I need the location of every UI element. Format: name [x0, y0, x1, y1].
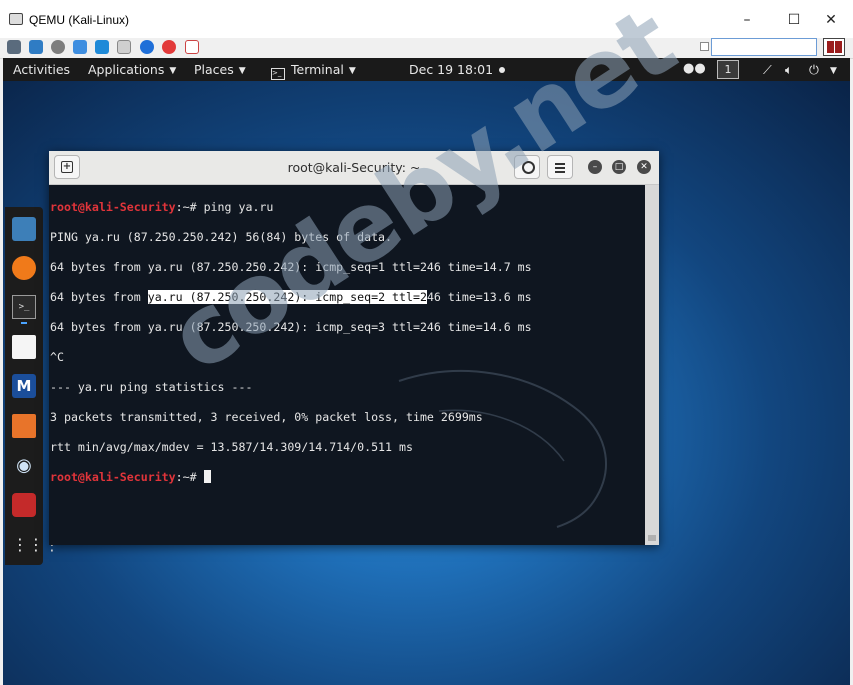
system-menu-chevron[interactable]: ▼ [830, 62, 837, 77]
clock-label: Dec 19 18:01 [409, 62, 494, 77]
clock[interactable]: Dec 19 18:01 [409, 62, 506, 77]
settings-icon[interactable] [7, 40, 21, 54]
output-line: 64 bytes from ya.ru (87.250.250.242): ic… [50, 260, 532, 274]
terminal-scrollbar[interactable] [645, 185, 659, 545]
terminal-app-menu[interactable]: >_ Terminal ▼ [271, 62, 356, 80]
terminal-label: Terminal [291, 62, 344, 77]
prompt-suffix: :~# [175, 470, 197, 484]
cherry-icon[interactable] [12, 493, 36, 517]
close-terminal-button[interactable]: ✕ [637, 160, 651, 174]
scrollbar-thumb[interactable] [648, 535, 656, 541]
gnome-top-bar: Activities Applications ▼ Places ▼ >_ Termi… [3, 58, 850, 81]
chevron-down-icon: ▼ [830, 66, 837, 76]
places-menu[interactable]: Places ▼ [194, 62, 246, 77]
burpsuite-icon[interactable] [12, 414, 36, 438]
windows-icon[interactable] [95, 40, 109, 54]
pause-icon [827, 41, 834, 53]
output-line: ^C [50, 350, 64, 364]
qemu-titlebar: QEMU (Kali-Linux) – ☐ ✕ [0, 0, 853, 38]
terminal-icon[interactable]: >_ [12, 295, 36, 319]
output-segment: 46 time=13.6 ms [426, 290, 532, 304]
minimize-button[interactable]: – [727, 6, 767, 34]
prompt-user: root@kali-Security [50, 200, 176, 214]
qemu-toolbar [0, 38, 853, 59]
output-line: PING ya.ru (87.250.250.242) 56(84) bytes… [50, 230, 393, 244]
info-icon[interactable] [140, 40, 154, 54]
files-icon[interactable] [12, 217, 36, 241]
prompt-line: root@kali-Security:~# ping ya.ru [50, 200, 646, 215]
eye-icon[interactable]: ◉ [12, 454, 36, 478]
chevron-down-icon: ▼ [348, 66, 356, 76]
gear-icon[interactable] [51, 40, 65, 54]
chevron-down-icon: ▼ [238, 66, 246, 76]
text-editor-icon[interactable] [12, 335, 36, 359]
terminal-icon: >_ [271, 68, 285, 80]
metasploit-icon[interactable]: M [12, 374, 36, 398]
toolbar-checkbox[interactable] [700, 42, 709, 51]
toolbar-input[interactable] [711, 38, 817, 56]
applications-menu[interactable]: Applications ▼ [88, 62, 176, 77]
prompt-suffix: :~# [175, 200, 197, 214]
qemu-window-title: QEMU (Kali-Linux) [29, 13, 130, 27]
pause-icon-bar [835, 41, 842, 53]
terminal-window[interactable]: + root@kali-Security: ~ – □ ✕ root@kali-… [49, 151, 659, 545]
workspace-indicator[interactable]: 1 [717, 60, 739, 79]
chevron-down-icon: ▼ [169, 66, 177, 76]
menu-button[interactable] [547, 155, 573, 179]
document-icon[interactable] [117, 40, 131, 54]
stop-icon[interactable] [162, 40, 176, 54]
output-line: 64 bytes from ya.ru (87.250.250.242): ic… [50, 290, 646, 305]
pause-button[interactable] [823, 38, 845, 56]
people-icon[interactable]: ●● [683, 61, 706, 76]
output-segment: 64 bytes from [50, 290, 148, 304]
output-line: rtt min/avg/max/mdev = 13.587/14.309/14.… [50, 440, 413, 454]
command-text: ping ya.ru [203, 200, 274, 214]
qemu-app-icon [9, 13, 23, 25]
prompt-line: root@kali-Security:~# [50, 470, 646, 485]
refresh-icon[interactable] [73, 40, 87, 54]
running-indicator [21, 322, 27, 324]
output-line: --- ya.ru ping statistics --- [50, 380, 253, 394]
notification-dot-icon [499, 67, 506, 73]
maximize-icon: ☐ [787, 12, 801, 28]
places-label: Places [194, 62, 234, 77]
network-icon[interactable]: ⟋ [763, 62, 772, 78]
maximize-terminal-button[interactable]: □ [612, 160, 626, 174]
search-icon [522, 161, 535, 174]
activities-button[interactable]: Activities [13, 62, 70, 77]
selected-text: ya.ru (87.250.250.242): icmp_seq=2 ttl=2 [147, 290, 427, 304]
terminal-header: + root@kali-Security: ~ – □ ✕ [49, 151, 659, 185]
output-line: 3 packets transmitted, 3 received, 0% pa… [50, 410, 483, 424]
app-grid-icon[interactable]: ⋮⋮⋮ [12, 533, 60, 557]
dock: >_ M ◉ ⋮⋮⋮ [5, 207, 60, 565]
record-icon[interactable] [185, 40, 199, 54]
text-cursor [203, 470, 211, 483]
fullscreen-icon[interactable] [29, 40, 43, 54]
hamburger-icon [555, 163, 565, 165]
volume-icon[interactable]: 🔈︎ [785, 62, 793, 78]
firefox-icon[interactable] [12, 256, 36, 280]
close-icon: ✕ [825, 12, 837, 28]
search-button[interactable] [514, 155, 540, 179]
minimize-icon: – [743, 12, 751, 28]
prompt-user: root@kali-Security [50, 470, 176, 484]
maximize-button[interactable]: ☐ [774, 6, 814, 34]
terminal-output[interactable]: root@kali-Security:~# ping ya.ru PING ya… [49, 185, 646, 545]
close-window-button[interactable]: ✕ [811, 6, 851, 34]
minimize-terminal-button[interactable]: – [588, 160, 602, 174]
applications-label: Applications [88, 62, 165, 77]
output-line: 64 bytes from ya.ru (87.250.250.242): ic… [50, 320, 532, 334]
power-icon[interactable]: ⏻ [809, 62, 819, 78]
